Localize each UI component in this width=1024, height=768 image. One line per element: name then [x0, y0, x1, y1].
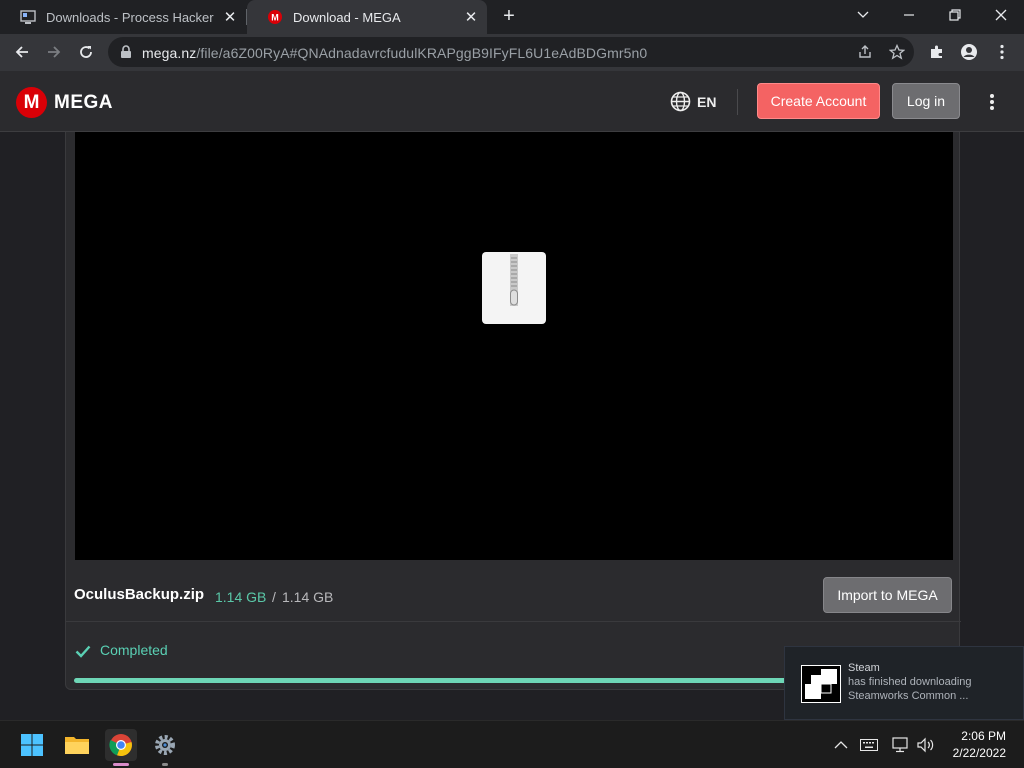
close-window-icon[interactable] — [978, 0, 1024, 30]
lock-icon[interactable] — [120, 45, 132, 64]
browser-menu-icon[interactable] — [988, 38, 1016, 66]
chevron-up-icon[interactable] — [832, 737, 850, 753]
start-icon[interactable] — [16, 729, 48, 761]
close-tab-icon[interactable]: ✕ — [220, 7, 240, 27]
mega-wordmark[interactable]: MEGA — [54, 92, 113, 114]
profile-icon[interactable] — [955, 38, 983, 66]
clock-date[interactable]: 2/22/2022 — [946, 746, 1006, 760]
file-preview — [75, 132, 953, 560]
back-arrow-icon[interactable] — [8, 38, 36, 66]
notification-app-name: Steam — [848, 662, 880, 674]
running-app-indicator — [162, 763, 168, 766]
login-button[interactable]: Log in — [892, 83, 960, 119]
steam-notification[interactable]: Steam has finished downloading Steamwork… — [784, 646, 1024, 720]
page-content: OculusBackup.zip 1.14 GB / 1.14 GB Impor… — [0, 132, 1024, 720]
import-to-mega-button[interactable]: Import to MEGA — [823, 577, 952, 613]
download-status: Completed — [100, 642, 168, 658]
network-icon[interactable] — [892, 737, 910, 753]
new-tab-button[interactable]: + — [498, 5, 520, 27]
header-divider — [737, 89, 738, 115]
volume-icon[interactable] — [917, 737, 935, 753]
forward-arrow-icon[interactable] — [40, 38, 68, 66]
size-separator: / — [272, 589, 276, 605]
tab-search-icon[interactable] — [840, 0, 886, 30]
keyboard-icon[interactable] — [860, 737, 878, 753]
tab-strip: Downloads - Process Hacker ✕ M Download … — [0, 0, 1024, 34]
globe-icon[interactable] — [670, 91, 691, 112]
downloaded-size: 1.14 GB — [215, 589, 267, 605]
url-host: mega.nz — [142, 45, 197, 61]
mega-icon: M — [267, 9, 283, 25]
tab-title: Downloads - Process Hacker — [46, 9, 214, 25]
mega-header: M MEGA EN Create Account Log in — [0, 71, 1024, 132]
file-card: OculusBackup.zip 1.14 GB / 1.14 GB Impor… — [65, 132, 961, 690]
process-hacker-icon — [20, 9, 36, 25]
file-explorer-icon[interactable] — [61, 729, 93, 761]
bookmark-star-icon[interactable] — [888, 43, 906, 61]
extensions-icon[interactable] — [923, 38, 951, 66]
tab-process-hacker[interactable]: Downloads - Process Hacker ✕ — [0, 0, 246, 34]
svg-text:M: M — [271, 13, 279, 23]
taskbar: 2:06 PM 2/22/2022 — [0, 720, 1024, 768]
tab-mega[interactable]: M Download - MEGA ✕ — [247, 0, 487, 34]
share-icon[interactable] — [856, 43, 874, 61]
url-path: /file/a6Z00RyA#QNAdnadavrcfudulKRAPggB9I… — [196, 45, 648, 61]
close-tab-icon[interactable]: ✕ — [461, 7, 481, 27]
active-app-indicator — [113, 763, 129, 766]
steam-icon — [801, 665, 841, 703]
language-selector[interactable]: EN — [697, 94, 716, 110]
restore-icon[interactable] — [932, 0, 978, 30]
chrome-icon[interactable] — [105, 729, 137, 761]
more-menu-icon[interactable] — [983, 93, 1001, 111]
address-bar[interactable]: mega.nz/file/a6Z00RyA#QNAdnadavrcfudulKR… — [108, 37, 914, 67]
file-name: OculusBackup.zip — [74, 586, 205, 603]
tab-title: Download - MEGA — [293, 9, 401, 25]
checkmark-icon — [75, 643, 91, 659]
create-account-button[interactable]: Create Account — [757, 83, 880, 119]
url-text: mega.nz/file/a6Z00RyA#QNAdnadavrcfudulKR… — [142, 45, 647, 61]
clock-time[interactable]: 2:06 PM — [960, 729, 1006, 743]
notification-line-2: Steamworks Common ... — [848, 690, 969, 702]
file-info-row: OculusBackup.zip 1.14 GB / 1.14 GB Impor… — [66, 568, 961, 622]
reload-icon[interactable] — [72, 38, 100, 66]
minimize-icon[interactable] — [886, 0, 932, 30]
notification-line-1: has finished downloading — [848, 676, 972, 688]
mega-logo[interactable]: M — [16, 87, 47, 118]
zip-file-icon — [482, 252, 546, 324]
total-size: 1.14 GB — [282, 589, 334, 605]
settings-icon[interactable] — [149, 729, 181, 761]
browser-toolbar: mega.nz/file/a6Z00RyA#QNAdnadavrcfudulKR… — [0, 34, 1024, 71]
